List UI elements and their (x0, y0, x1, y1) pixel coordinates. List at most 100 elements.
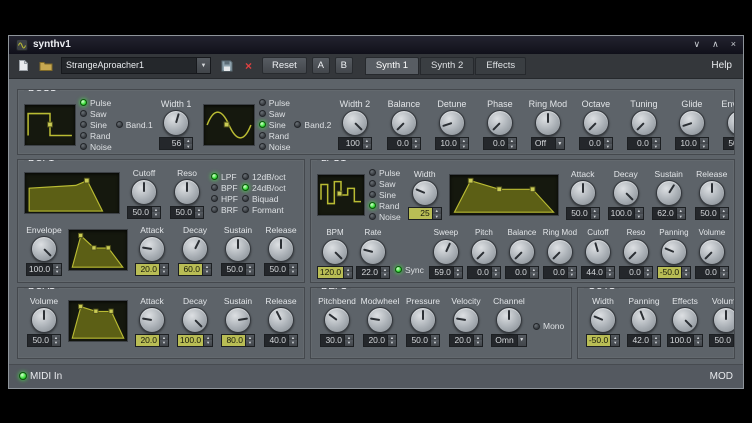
knob-decay[interactable] (182, 236, 208, 262)
velocity-spinbox[interactable]: 20.0▲▼ (449, 334, 483, 347)
spin-arrows[interactable]: ▲▼ (459, 138, 468, 149)
spin-down-icon[interactable]: ▼ (246, 340, 254, 346)
reso-spinbox[interactable]: 0.0▲▼ (619, 266, 653, 279)
tab-effects[interactable]: Effects (475, 57, 526, 75)
spin-arrows[interactable]: ▲▼ (202, 264, 211, 275)
osc2-waveform-display[interactable] (203, 104, 255, 146)
knob-rate[interactable] (360, 239, 386, 265)
radio-rand[interactable]: Rand (80, 131, 112, 141)
spin-down-icon[interactable]: ▼ (53, 269, 61, 275)
radio-brf[interactable]: BRF (211, 205, 238, 215)
radio-pulse[interactable]: Pulse (369, 168, 401, 178)
knob-cutoff[interactable] (585, 239, 611, 265)
spin-arrows[interactable]: ▲▼ (288, 335, 297, 346)
spin-down-icon[interactable]: ▼ (644, 272, 652, 278)
knob-sweep[interactable] (433, 239, 459, 265)
spin-down-icon[interactable]: ▼ (508, 144, 516, 150)
osc1-waveform-display[interactable] (24, 104, 76, 146)
delete-preset-button[interactable]: × (239, 56, 258, 75)
attack-spinbox[interactable]: 20.0▲▼ (135, 334, 169, 347)
sustain-spinbox[interactable]: 50.0▲▼ (221, 263, 255, 276)
spin-down-icon[interactable]: ▼ (344, 272, 352, 278)
knob-envelope[interactable] (31, 236, 57, 262)
reso-spinbox[interactable]: 50.0▲▼ (170, 206, 204, 219)
spin-arrows[interactable]: ▲▼ (676, 208, 685, 219)
spin-arrows[interactable]: ▲▼ (651, 335, 660, 346)
radio-24db-oct[interactable]: 24dB/oct (242, 183, 286, 193)
knob-env-time[interactable] (727, 110, 735, 136)
spin-arrows[interactable]: ▲▼ (507, 138, 516, 149)
spin-down-icon[interactable]: ▼ (604, 144, 612, 150)
knob-pressure[interactable] (410, 307, 436, 333)
spin-up-icon[interactable]: ▲ (734, 335, 735, 341)
knob-phase[interactable] (487, 110, 513, 136)
spin-arrows[interactable]: ▲▼ (151, 207, 160, 218)
knob-width[interactable] (412, 180, 438, 206)
spin-down-icon[interactable]: ▼ (694, 340, 702, 346)
knob-release[interactable] (699, 180, 725, 206)
spin-arrows[interactable]: ▲▼ (634, 208, 643, 219)
radio-rand[interactable]: Rand (369, 201, 401, 211)
decay-spinbox[interactable]: 100.0▲▼ (177, 334, 213, 347)
knob-volume[interactable] (31, 307, 57, 333)
attack-spinbox[interactable]: 50.0▲▼ (566, 207, 600, 220)
knob-pitchbend[interactable] (324, 307, 350, 333)
knob-attack[interactable] (139, 307, 165, 333)
knob-bpm[interactable] (322, 239, 348, 265)
spin-down-icon[interactable]: ▼ (454, 272, 462, 278)
spin-arrows[interactable]: ▲▼ (605, 267, 614, 278)
sustain-spinbox[interactable]: 80.0▲▼ (221, 334, 255, 347)
attack-spinbox[interactable]: 20.0▲▼ (135, 263, 169, 276)
radio-saw[interactable]: Saw (259, 109, 291, 119)
radio-band-2[interactable]: Band.2 (294, 120, 331, 130)
spin-arrows[interactable]: ▲▼ (681, 267, 690, 278)
titlebar[interactable]: synthv1 ∨ ∧ × (9, 36, 743, 54)
spin-arrows[interactable]: ▲▼ (203, 335, 212, 346)
radio-mono[interactable]: Mono (533, 321, 564, 331)
knob-modwheel[interactable] (367, 307, 393, 333)
spin-down-icon[interactable]: ▼ (431, 340, 439, 346)
knob-volume[interactable] (713, 307, 735, 333)
radio-bpf[interactable]: BPF (211, 183, 238, 193)
lfo-envelope-display[interactable] (449, 174, 559, 216)
volume-spinbox[interactable]: 0.0▲▼ (695, 266, 729, 279)
spin-down-icon[interactable]: ▼ (363, 144, 371, 150)
spin-arrows[interactable]: ▲▼ (411, 138, 420, 149)
spin-down-icon[interactable]: ▼ (568, 272, 576, 278)
decay-spinbox[interactable]: 60.0▲▼ (178, 263, 212, 276)
lfo-waveform-display[interactable] (317, 174, 365, 216)
width-2-spinbox[interactable]: 100▲▼ (338, 137, 372, 150)
knob-volume[interactable] (699, 239, 725, 265)
tab-synth-2[interactable]: Synth 2 (420, 57, 474, 75)
knob-width-1[interactable] (163, 110, 189, 136)
knob-velocity[interactable] (453, 307, 479, 333)
open-preset-button[interactable] (36, 56, 55, 75)
maximize-button[interactable]: ∧ (712, 39, 719, 50)
spin-down-icon[interactable]: ▼ (677, 214, 685, 220)
minimize-button[interactable]: ∨ (694, 39, 701, 50)
balance-spinbox[interactable]: 0.0▲▼ (387, 137, 421, 150)
save-preset-button[interactable] (217, 56, 236, 75)
radio-pulse[interactable]: Pulse (259, 98, 291, 108)
spin-arrows[interactable]: ▲▼ (245, 264, 254, 275)
knob-release[interactable] (268, 307, 294, 333)
radio-hpf[interactable]: HPF (211, 194, 238, 204)
spin-down-icon[interactable]: ▼ (195, 212, 203, 218)
knob-pitch[interactable] (471, 239, 497, 265)
spin-arrows[interactable]: ▲▼ (362, 138, 371, 149)
glide-spinbox[interactable]: 10.0▲▼ (675, 137, 709, 150)
knob-width-2[interactable] (342, 110, 368, 136)
spin-down-icon[interactable]: ▼ (700, 144, 708, 150)
spin-down-icon[interactable]: ▼ (289, 340, 297, 346)
knob-decay[interactable] (613, 180, 639, 206)
bank-a-button[interactable]: A (312, 57, 330, 74)
knob-reso[interactable] (623, 239, 649, 265)
release-spinbox[interactable]: 50.0▲▼ (264, 263, 298, 276)
volume-spinbox[interactable]: 50.0▲▼ (709, 334, 735, 347)
radio-midi-in[interactable]: MIDI In (19, 371, 62, 382)
radio-saw[interactable]: Saw (80, 109, 112, 119)
spin-arrows[interactable]: ▲▼ (159, 264, 168, 275)
sustain-spinbox[interactable]: 62.0▲▼ (652, 207, 686, 220)
help-button[interactable]: Help (705, 60, 738, 71)
sweep-spinbox[interactable]: 59.0▲▼ (429, 266, 463, 279)
